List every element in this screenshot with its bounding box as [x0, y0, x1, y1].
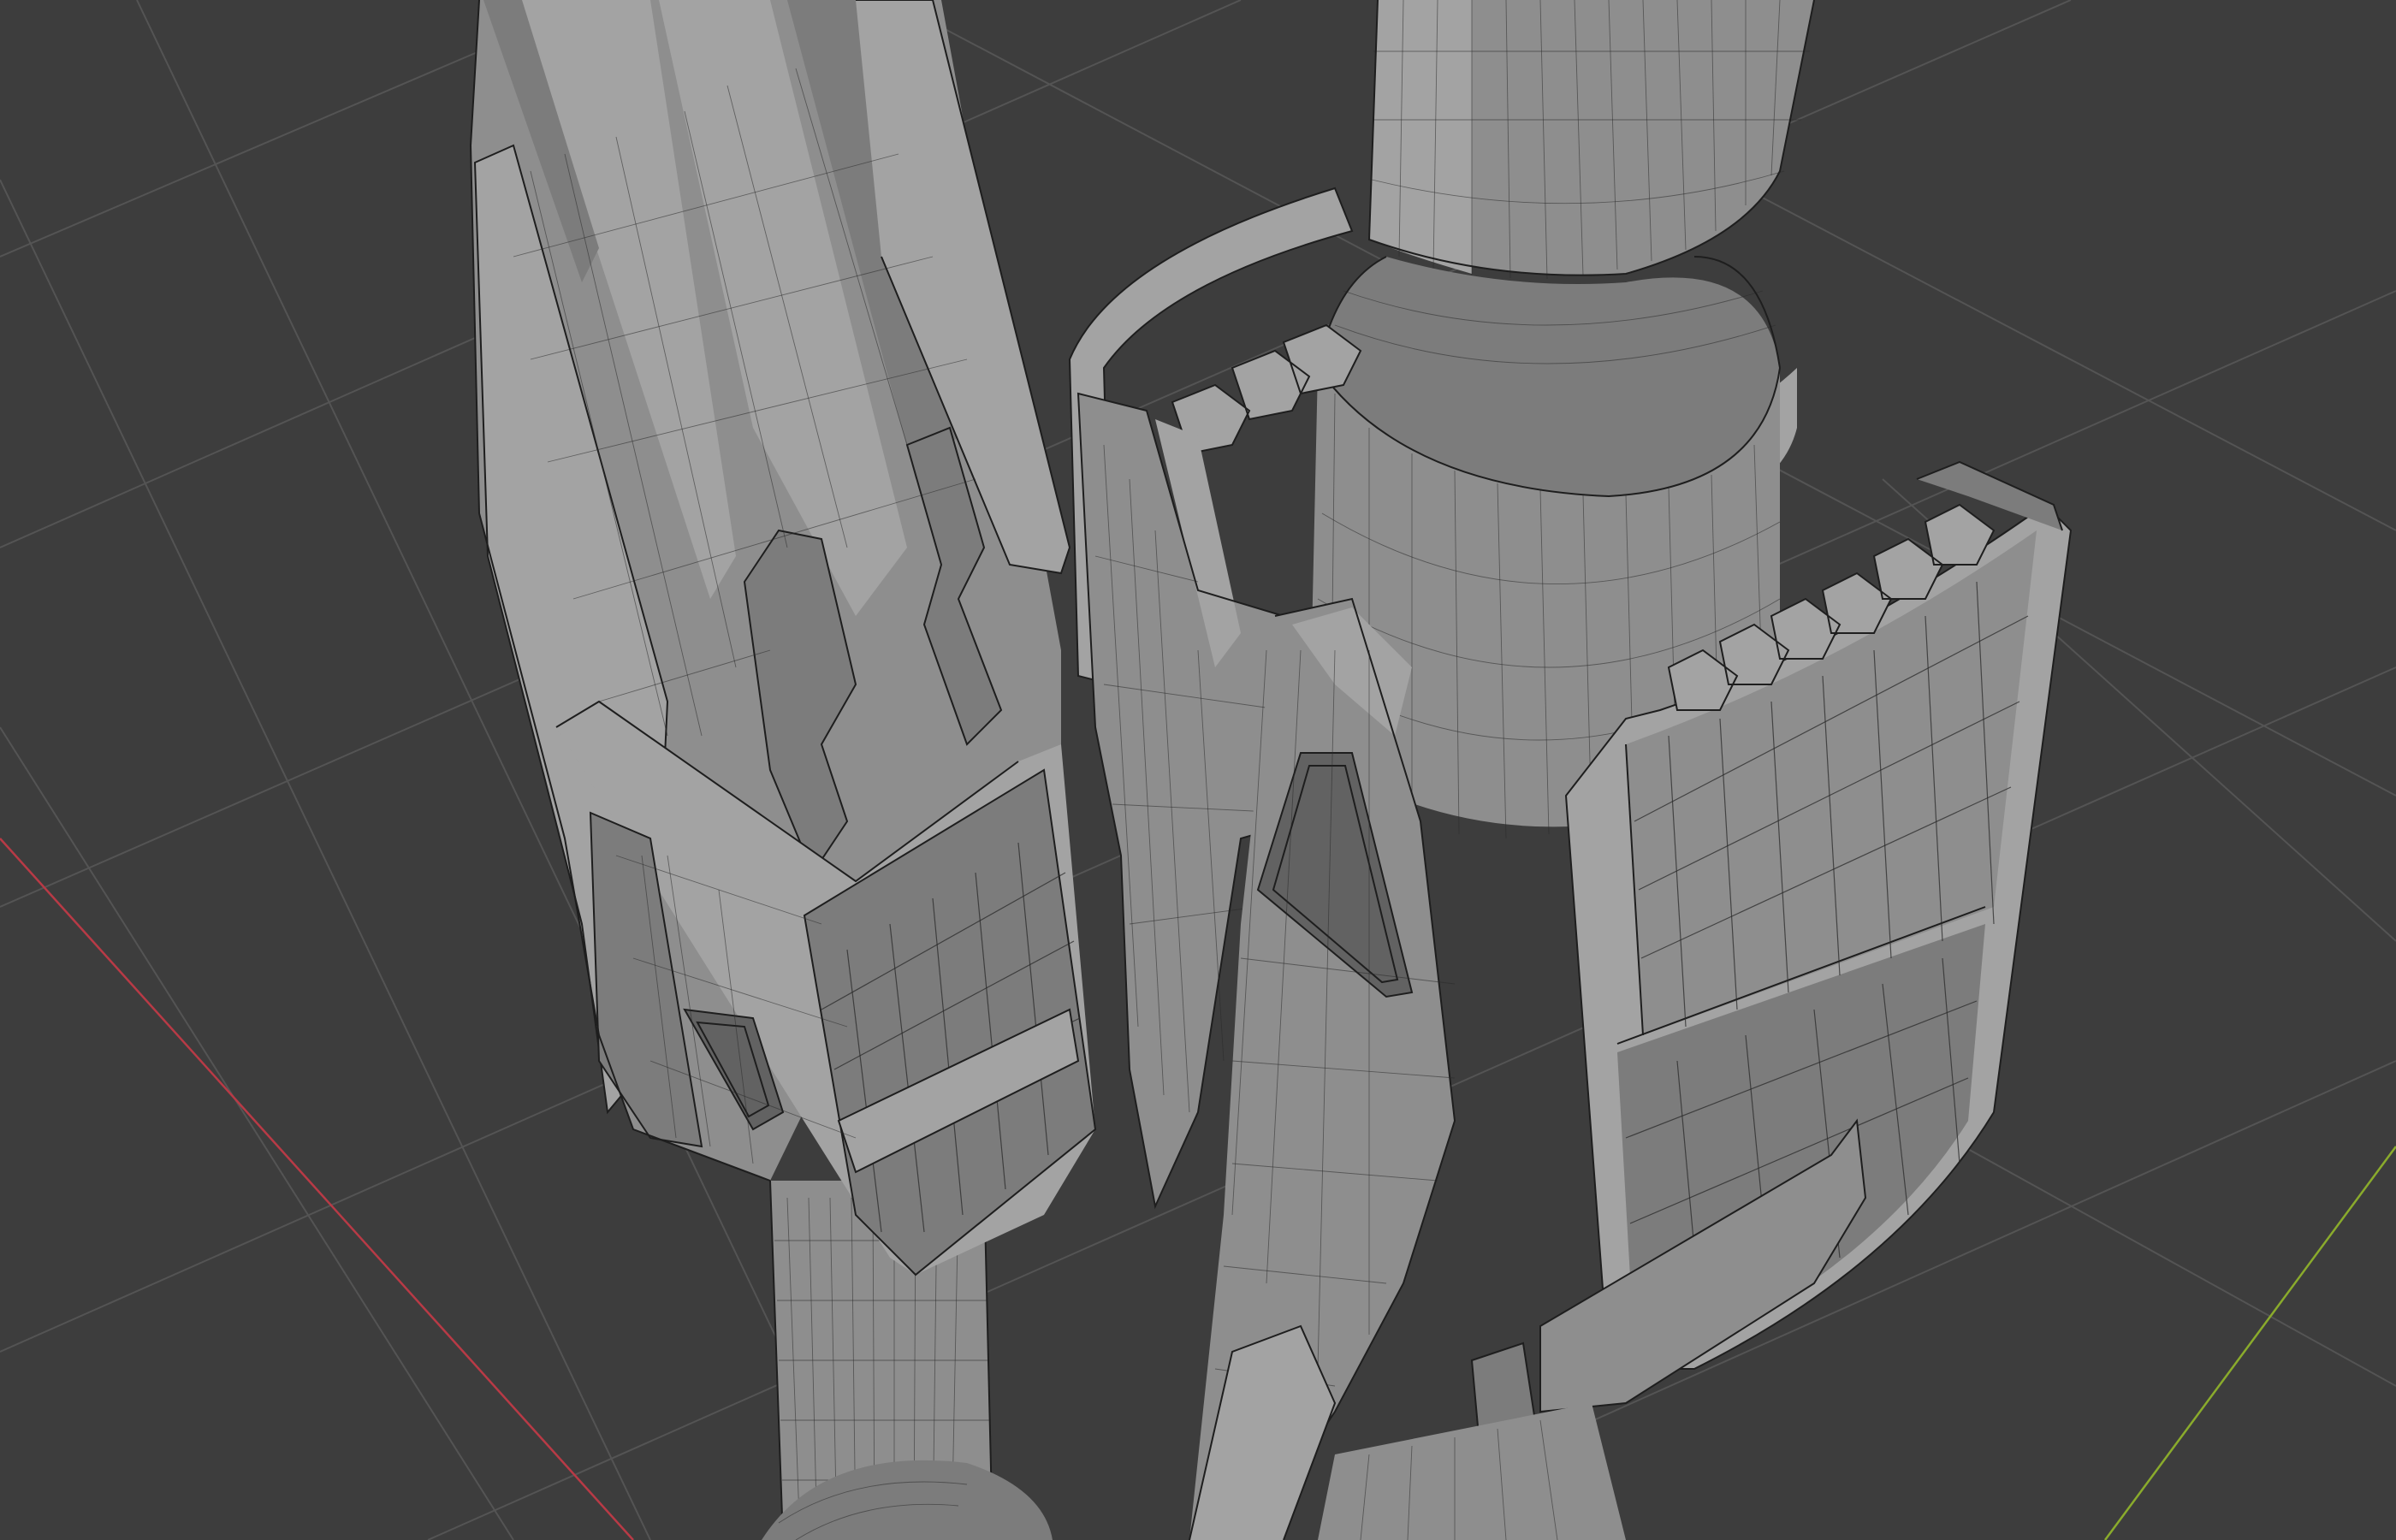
x-axis-line	[0, 838, 634, 1540]
left-leg-mesh[interactable]	[469, 0, 1097, 1540]
right-leg-mesh[interactable]	[1068, 0, 2073, 1540]
y-axis-line	[2103, 1146, 2396, 1540]
3d-viewport[interactable]	[0, 0, 2396, 1540]
viewport-scene[interactable]	[0, 0, 2396, 1540]
